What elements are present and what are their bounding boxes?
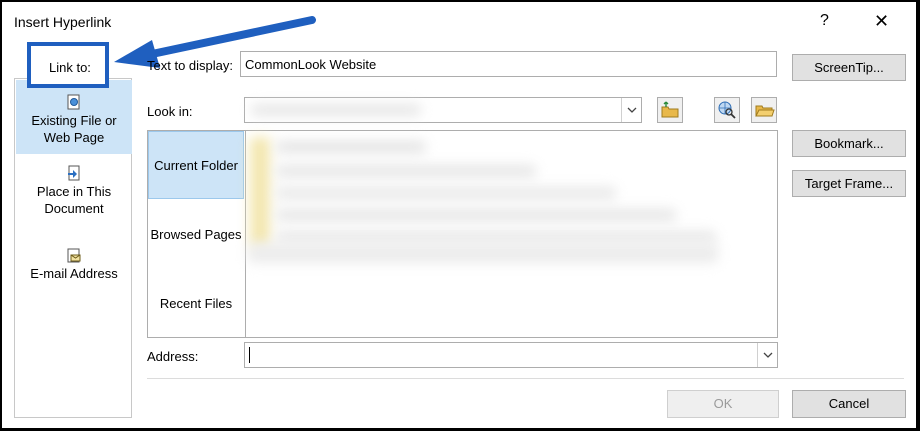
bookmark-button[interactable]: Bookmark... [792, 130, 906, 157]
nav-email-address[interactable]: E-mail Address [16, 247, 132, 287]
look-in-dropdown[interactable] [244, 97, 642, 123]
folder-up-icon [661, 101, 679, 118]
divider [147, 378, 904, 379]
browse-file-button[interactable] [751, 97, 777, 123]
up-one-folder-button[interactable] [657, 97, 683, 123]
blurred-list-item [276, 165, 536, 177]
web-page-icon [67, 94, 80, 110]
close-button[interactable]: ✕ [874, 11, 889, 32]
document-place-icon [68, 165, 80, 181]
text-cursor [249, 347, 250, 363]
insert-hyperlink-dialog: Insert Hyperlink ? ✕ Existing File or We… [2, 2, 916, 428]
look-in-value-blurred [251, 104, 421, 116]
tab-current-folder[interactable]: Current Folder [148, 131, 244, 199]
link-to-panel: Existing File or Web Page Place in This … [14, 78, 132, 418]
browse-area: Current Folder Browsed Pages Recent File… [147, 130, 778, 338]
nav-existing-file-web-page[interactable]: Existing File or Web Page [16, 80, 132, 154]
blurred-list-item [276, 141, 426, 153]
blurred-icons [250, 137, 270, 247]
tab-browsed-pages[interactable]: Browsed Pages [148, 227, 244, 242]
blurred-list-item [276, 187, 616, 199]
nav-label-line2: Web Page [43, 130, 105, 145]
chevron-down-icon[interactable] [621, 98, 641, 122]
email-icon [67, 248, 81, 263]
tab-recent-files[interactable]: Recent Files [148, 296, 244, 311]
screentip-button[interactable]: ScreenTip... [792, 54, 906, 81]
blurred-list-item [276, 209, 676, 221]
look-in-label: Look in: [147, 104, 193, 119]
help-button[interactable]: ? [820, 12, 829, 30]
cancel-button[interactable]: Cancel [792, 390, 906, 418]
blurred-list-item [276, 231, 716, 243]
file-list[interactable] [246, 131, 777, 337]
open-folder-icon [755, 105, 775, 117]
ok-button[interactable]: OK [667, 390, 779, 418]
browse-tabs: Current Folder Browsed Pages Recent File… [148, 131, 246, 337]
text-to-display-label: Text to display: [147, 58, 233, 73]
nav-place-in-document[interactable]: Place in This Document [16, 165, 132, 225]
nav-label-line2: Document [44, 201, 104, 216]
browse-web-button[interactable] [714, 97, 740, 123]
nav-label-line1: E-mail Address [30, 266, 118, 281]
text-to-display-input[interactable]: CommonLook Website [240, 51, 777, 77]
blurred-list-item [248, 243, 718, 263]
chevron-down-icon[interactable] [757, 343, 777, 367]
browse-web-icon [718, 101, 736, 119]
address-label: Address: [147, 349, 199, 364]
nav-label-line1: Existing File or [31, 113, 117, 128]
nav-label-line1: Place in This [36, 184, 112, 199]
target-frame-button[interactable]: Target Frame... [792, 170, 906, 197]
address-input[interactable] [244, 342, 778, 368]
